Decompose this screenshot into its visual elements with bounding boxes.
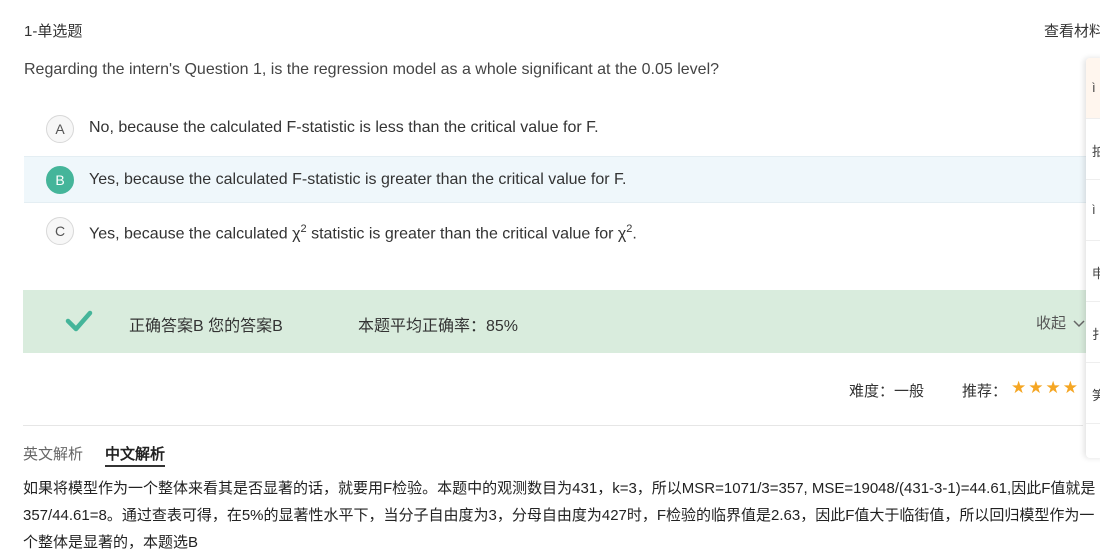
average-accuracy: 本题平均正确率：85% [358,318,519,335]
view-material-link[interactable]: 查看材料 [1044,20,1100,41]
tab-chinese-analysis[interactable]: 中文解析 [105,443,165,464]
option-text-c: Yes, because the calculated χ2 statistic… [89,223,637,243]
option-c[interactable]: C Yes, because the calculated χ2 statist… [24,205,1100,257]
collapse-label: 收起 [1036,315,1067,332]
recommend-stars: ★★★★ [1011,378,1080,397]
side-toolbar-item[interactable]: 申 [1086,241,1100,302]
option-letter-a: A [46,115,74,143]
side-toolbar-item[interactable]: ì [1086,180,1100,241]
side-toolbar-item[interactable]: 扌 [1086,302,1100,363]
analysis-text: 如果将模型作为一个整体来看其是否显著的话，就要用F检验。本题中的观测数目为431… [23,480,1096,551]
side-toolbar: ì 拍 ì 申 扌 笋 [1086,58,1100,458]
option-b[interactable]: B Yes, because the calculated F-statisti… [24,156,1100,203]
recommend-label: 推荐： [962,383,1008,400]
option-text-b: Yes, because the calculated F-statistic … [89,171,627,188]
tab-english-analysis[interactable]: 英文解析 [23,443,83,464]
question-text: Regarding the intern's Question 1, is th… [24,61,720,78]
chevron-down-icon [1073,320,1085,328]
question-type-label: 1-单选题 [24,23,83,40]
collapse-button[interactable]: 收起 [1036,312,1085,333]
divider [23,425,1083,426]
check-icon [65,310,93,332]
side-toolbar-item[interactable]: ì [1086,58,1100,119]
side-toolbar-item[interactable]: 笋 [1086,363,1100,424]
active-tab-indicator [105,465,165,467]
side-toolbar-item[interactable]: 拍 [1086,119,1100,180]
option-letter-b: B [46,166,74,194]
answer-summary: 正确答案B 您的答案B [129,318,283,335]
option-a[interactable]: A No, because the calculated F-statistic… [24,103,1100,155]
difficulty-label: 难度：一般 [849,383,925,400]
option-text-a: No, because the calculated F-statistic i… [89,119,599,136]
option-letter-c: C [46,217,74,245]
answer-result-bar: 正确答案B 您的答案B 本题平均正确率：85% 收起 [23,290,1100,353]
